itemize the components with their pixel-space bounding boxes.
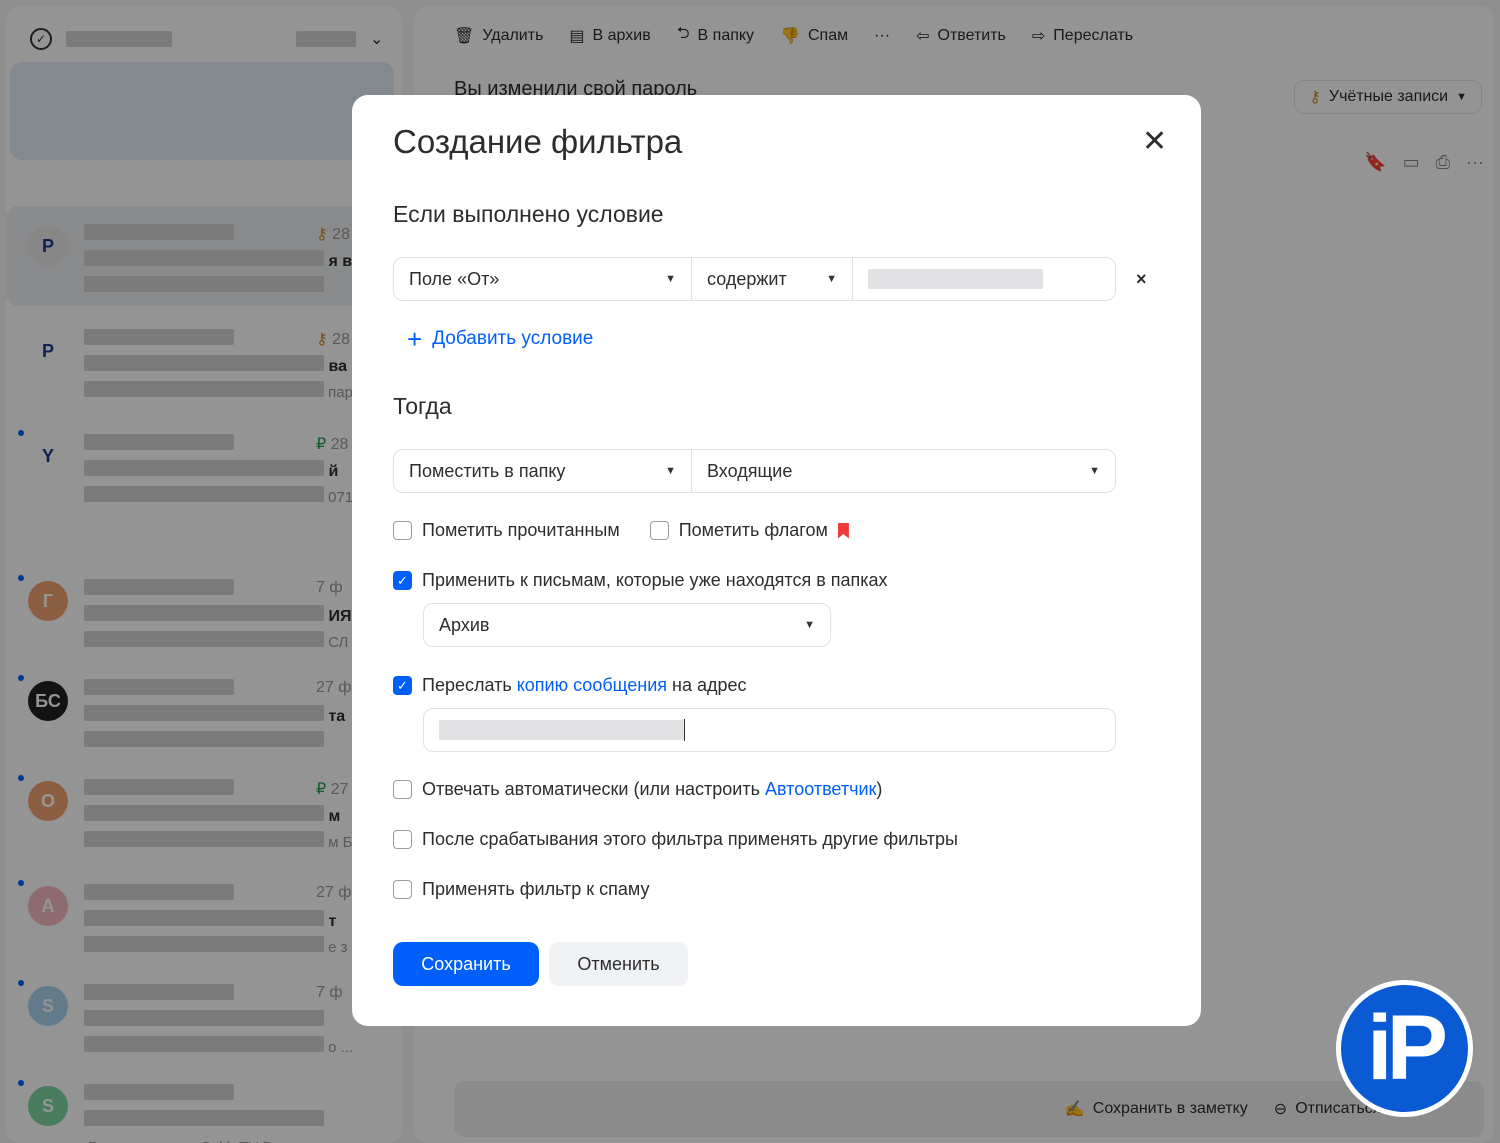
dialog-title: Создание фильтра xyxy=(393,123,683,160)
caret-down-icon: ▼ xyxy=(665,465,676,477)
forward-checkbox-row[interactable]: ✓ Переслать копию сообщения на адрес xyxy=(393,675,747,696)
condition-value-input[interactable] xyxy=(852,257,1116,301)
caret-down-icon: ▼ xyxy=(804,619,815,631)
apply-existing-checkbox-row[interactable]: ✓ Применить к письмам, которые уже находя… xyxy=(393,570,888,591)
condition-field-select[interactable]: Поле «От» ▼ xyxy=(393,257,692,301)
create-filter-dialog: Создание фильтра ✕ Если выполнено услови… xyxy=(352,95,1201,1026)
autoresponder-link[interactable]: Автоответчик xyxy=(765,779,876,799)
then-heading: Тогда xyxy=(393,393,452,419)
close-icon[interactable]: ✕ xyxy=(1142,127,1167,157)
flag-icon xyxy=(837,522,849,539)
condition-heading: Если выполнено условие xyxy=(393,201,664,227)
remove-condition-icon[interactable]: × xyxy=(1136,269,1147,290)
ip-watermark-logo: iP xyxy=(1336,980,1473,1117)
action-select[interactable]: Поместить в папку ▼ xyxy=(393,449,692,493)
mark-flag-checkbox[interactable] xyxy=(649,521,669,540)
save-button[interactable]: Сохранить xyxy=(393,942,539,986)
condition-operator-select[interactable]: содержит ▼ xyxy=(691,257,853,301)
existing-folder-select[interactable]: Архив ▼ xyxy=(423,603,831,647)
mark-read-checkbox-row[interactable]: Пометить прочитанным Пометить флагом xyxy=(393,520,849,541)
cancel-button[interactable]: Отменить xyxy=(549,942,688,986)
continue-filters-checkbox-row[interactable]: После срабатывания этого фильтра применя… xyxy=(393,829,958,850)
continue-filters-checkbox[interactable] xyxy=(393,830,412,849)
autoreply-checkbox-row[interactable]: Отвечать автоматически (или настроить Ав… xyxy=(393,779,882,800)
forward-checkbox[interactable]: ✓ xyxy=(393,676,412,695)
copy-message-link[interactable]: копию сообщения xyxy=(517,675,667,695)
caret-down-icon: ▼ xyxy=(826,273,837,285)
redacted-value xyxy=(439,720,684,740)
plus-icon: + xyxy=(407,324,423,354)
apply-spam-checkbox[interactable] xyxy=(393,880,412,899)
redacted-value xyxy=(868,269,1043,289)
apply-spam-checkbox-row[interactable]: Применять фильтр к спаму xyxy=(393,879,650,900)
add-condition-button[interactable]: + Добавить условие xyxy=(407,326,593,352)
caret-down-icon: ▼ xyxy=(1089,465,1100,477)
forward-address-input[interactable] xyxy=(423,708,1116,752)
caret-down-icon: ▼ xyxy=(665,273,676,285)
autoreply-checkbox[interactable] xyxy=(393,780,412,799)
mark-read-checkbox[interactable] xyxy=(393,521,412,540)
target-folder-select[interactable]: Входящие ▼ xyxy=(691,449,1116,493)
apply-existing-checkbox[interactable]: ✓ xyxy=(393,571,412,590)
